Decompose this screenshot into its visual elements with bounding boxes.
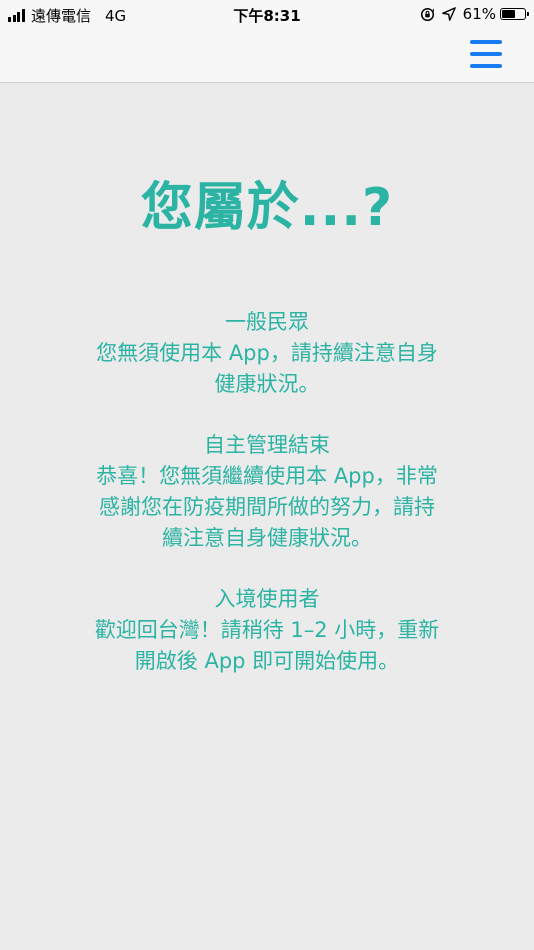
section-inbound-user: 入境使用者 歡迎回台灣！請稍待 1–2 小時，重新 開啟後 App 即可開始使用…: [77, 584, 457, 677]
main-content: 您屬於...? 一般民眾 您無須使用本 App，請持續注意自身 健康狀況。 自主…: [0, 83, 534, 707]
section-description: 歡迎回台灣！請稍待 1–2 小時，重新 開啟後 App 即可開始使用。: [94, 618, 440, 673]
status-right: 61%: [420, 5, 529, 23]
battery-percent: 61%: [462, 5, 496, 23]
section-self-management-ended: 自主管理結束 恭喜！您無須繼續使用本 App，非常 感謝您在防疫期間所做的努力，…: [77, 430, 457, 554]
section-description: 恭喜！您無須繼續使用本 App，非常 感謝您在防疫期間所做的努力，請持 續注意自…: [96, 464, 438, 550]
battery-icon: [500, 8, 529, 20]
status-bar: 遠傳電信 4G 下午8:31 61%: [0, 0, 534, 28]
location-arrow-icon: [441, 7, 456, 21]
rotation-lock-icon: [420, 7, 435, 22]
hamburger-menu-icon[interactable]: [470, 40, 502, 68]
section-title: 自主管理結束: [204, 433, 330, 457]
section-general-public: 一般民眾 您無須使用本 App，請持續注意自身 健康狀況。: [77, 307, 457, 400]
section-title: 入境使用者: [214, 587, 320, 611]
page-title: 您屬於...?: [140, 178, 394, 238]
section-description: 您無須使用本 App，請持續注意自身 健康狀況。: [96, 341, 438, 396]
nav-bar: [0, 28, 534, 83]
section-title: 一般民眾: [225, 310, 309, 334]
user-type-sections: 一般民眾 您無須使用本 App，請持續注意自身 健康狀況。 自主管理結束 恭喜！…: [0, 307, 534, 677]
battery-fill: [502, 10, 515, 18]
